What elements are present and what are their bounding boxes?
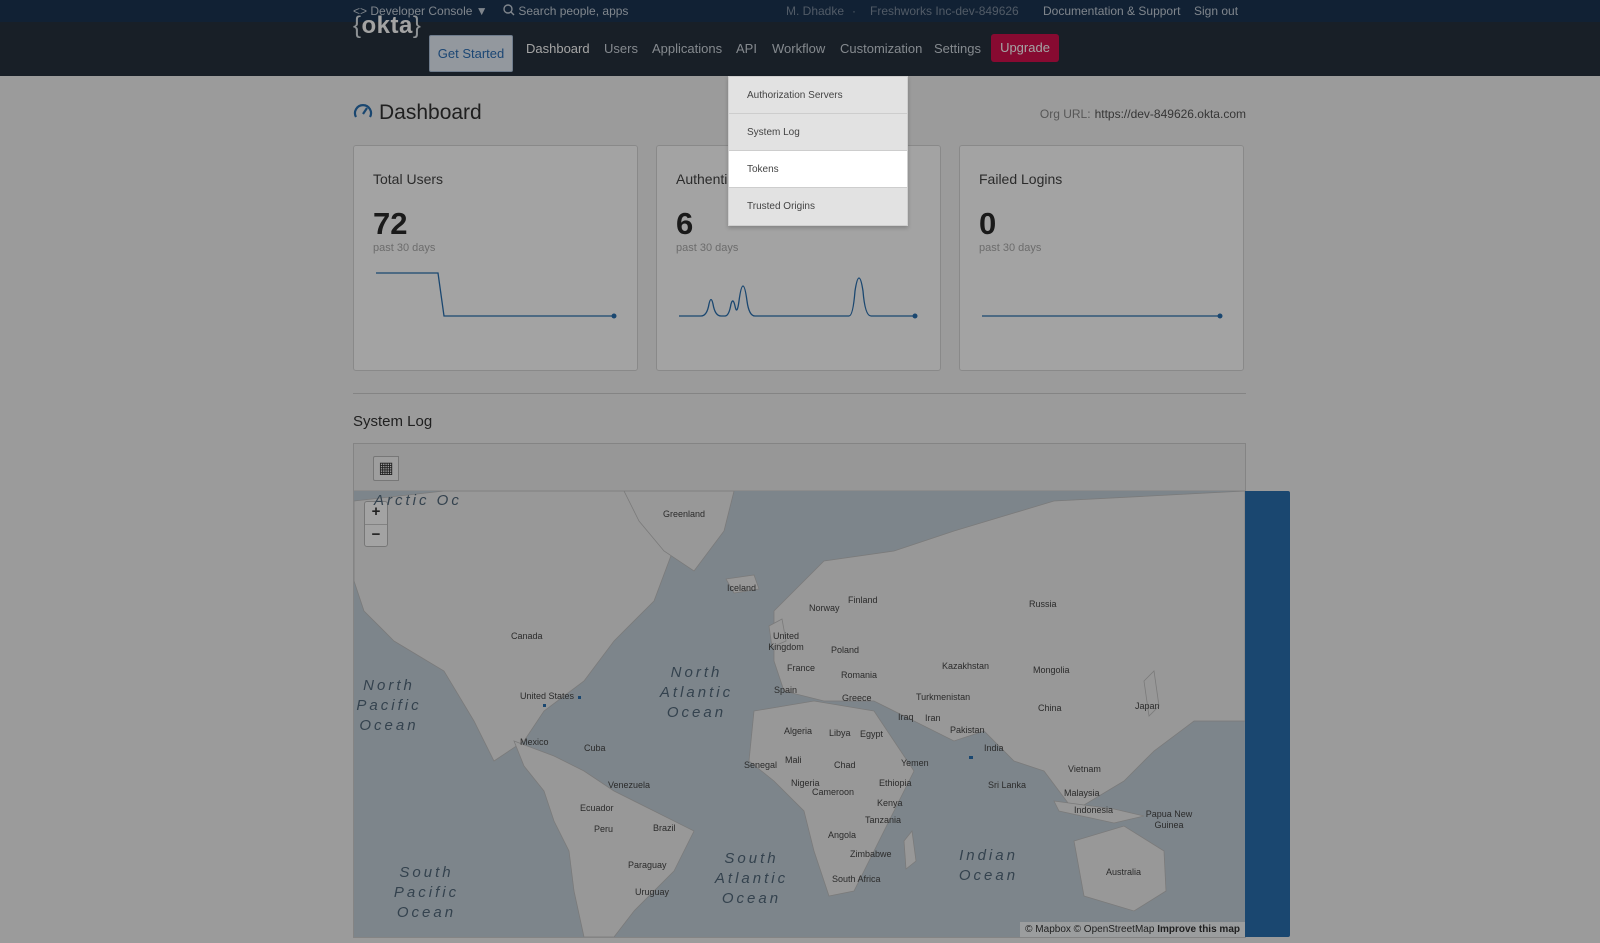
api-dropdown-menu: Authorization Servers System Log Tokens … [728,76,908,226]
menu-item-tokens[interactable]: Tokens [729,151,907,188]
menu-item-trusted-origins[interactable]: Trusted Origins [729,188,907,225]
menu-item-authorization-servers[interactable]: Authorization Servers [729,77,907,114]
menu-item-system-log[interactable]: System Log [729,114,907,151]
